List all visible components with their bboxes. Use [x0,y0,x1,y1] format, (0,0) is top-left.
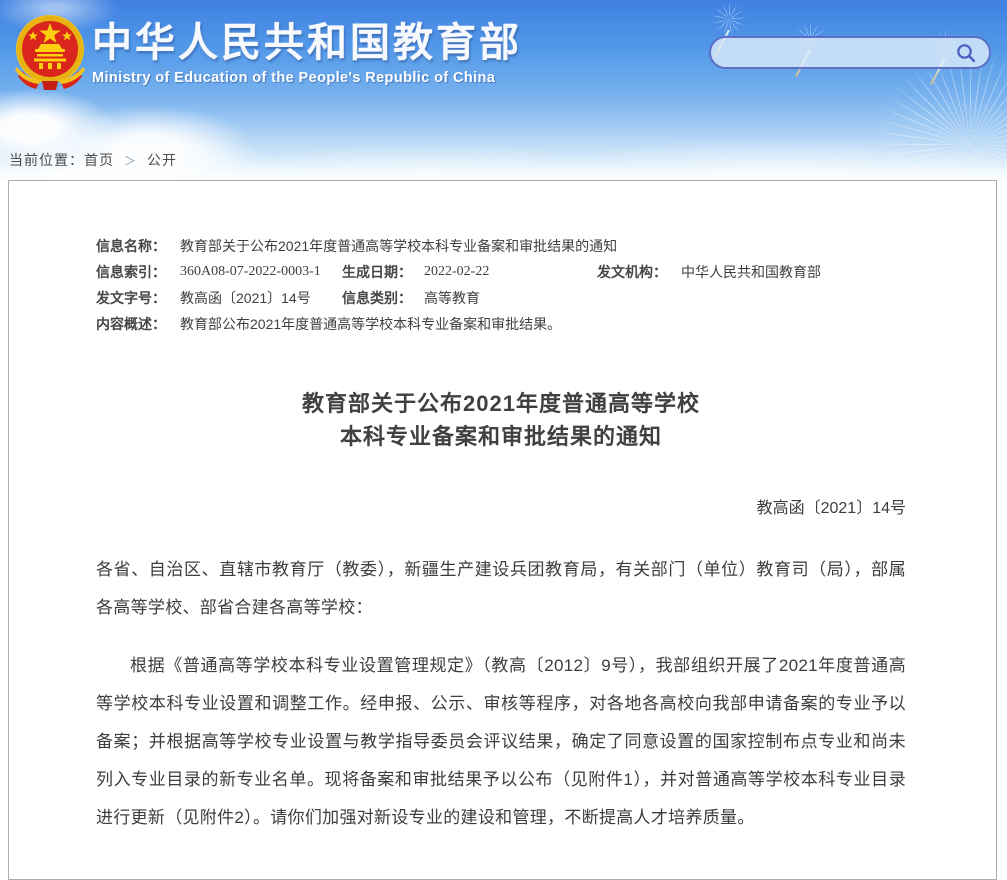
meta-label: 信息类别： [342,285,424,311]
meta-value: 教育部公布2021年度普通高等学校本科专业备案和审批结果。 [180,311,561,337]
national-emblem-icon [9,9,91,105]
meta-value: 教育部关于公布2021年度普通高等学校本科专业备案和审批结果的通知 [180,233,617,259]
site-subtitle: Ministry of Education of the People's Re… [92,70,522,86]
search-button[interactable] [955,38,989,67]
meta-label: 生成日期： [342,259,424,285]
meta-label: 发文字号： [96,285,180,311]
meta-label: 内容概述： [96,311,180,337]
breadcrumb-link-section[interactable]: 公开 [147,152,177,168]
document-body-paragraph: 根据《普通高等学校本科专业设置管理规定》（教高〔2012〕9号），我部组织开展了… [96,647,906,837]
meta-label: 发文机构： [597,259,681,285]
meta-label: 信息名称： [96,233,180,259]
meta-value: 360A08-07-2022-0003-1 [180,259,342,285]
meta-row-summary: 内容概述： 教育部公布2021年度普通高等学校本科专业备案和审批结果。 [96,311,906,337]
search-input[interactable] [711,38,955,67]
breadcrumb-prefix: 当前位置： [9,152,84,168]
meta-value: 2022-02-22 [424,259,597,285]
document-title-line1: 教育部关于公布2021年度普通高等学校 [96,387,906,420]
meta-row-index-date-org: 信息索引： 360A08-07-2022-0003-1 生成日期： 2022-0… [96,259,906,285]
meta-label: 信息索引： [96,259,180,285]
meta-value: 教高函〔2021〕14号 [180,285,342,311]
search-box[interactable] [709,36,991,69]
site-title: 中华人民共和国教育部 [92,20,522,66]
dandelion-seed-icon [712,2,746,36]
breadcrumb: 当前位置：首页 ＞ 公开 [9,150,177,170]
search-icon [955,42,977,64]
site-brand: 中华人民共和国教育部 Ministry of Education of the … [92,20,522,86]
document-title-line2: 本科专业备案和审批结果的通知 [96,420,906,453]
document-salutation: 各省、自治区、直辖市教育厅（教委），新疆生产建设兵团教育局，有关部门（单位）教育… [96,551,906,627]
meta-row-docnum-category: 发文字号： 教高函〔2021〕14号 信息类别： 高等教育 [96,285,906,311]
meta-value: 中华人民共和国教育部 [681,259,821,285]
document-meta-table: 信息名称： 教育部关于公布2021年度普通高等学校本科专业备案和审批结果的通知 … [96,233,906,337]
document-panel: 信息名称： 教育部关于公布2021年度普通高等学校本科专业备案和审批结果的通知 … [8,180,997,880]
meta-value: 高等教育 [424,285,480,311]
header-banner: 中华人民共和国教育部 Ministry of Education of the … [0,0,1007,182]
breadcrumb-separator-icon: ＞ [124,154,137,168]
meta-row-name: 信息名称： 教育部关于公布2021年度普通高等学校本科专业备案和审批结果的通知 [96,233,906,259]
document-number: 教高函〔2021〕14号 [96,497,906,521]
breadcrumb-link-home[interactable]: 首页 [84,152,114,168]
document-title: 教育部关于公布2021年度普通高等学校 本科专业备案和审批结果的通知 [96,387,906,453]
